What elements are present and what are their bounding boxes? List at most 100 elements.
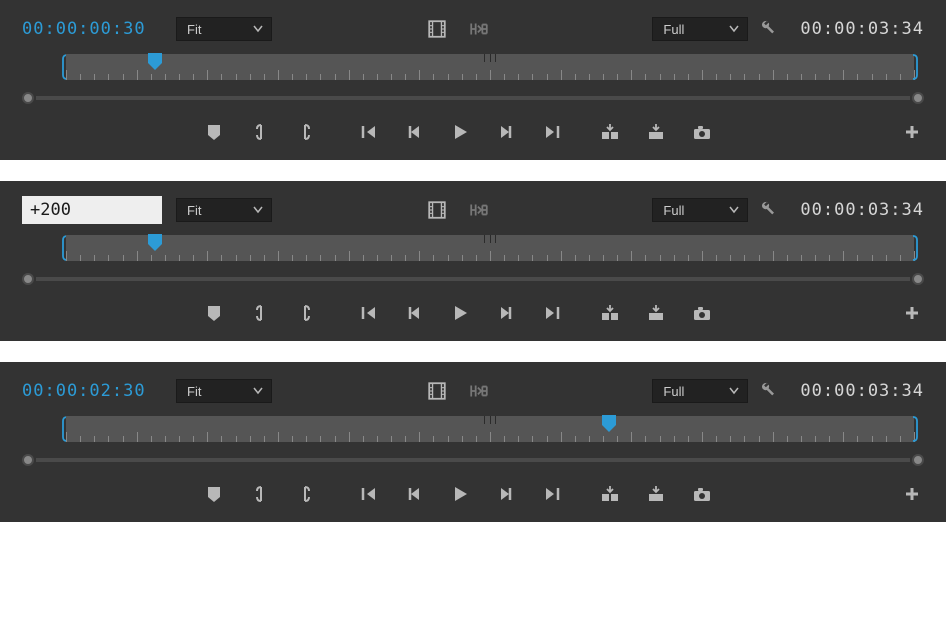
go-to-in-button[interactable] bbox=[356, 120, 380, 144]
settings-button[interactable] bbox=[752, 15, 780, 43]
button-editor-button[interactable] bbox=[900, 120, 924, 144]
work-area-end-bracket[interactable] bbox=[912, 416, 918, 442]
zoom-scroll-handle-left[interactable] bbox=[22, 454, 34, 466]
step-forward-button[interactable] bbox=[494, 120, 518, 144]
time-ruler[interactable] bbox=[22, 54, 924, 86]
export-frame-button[interactable] bbox=[690, 120, 714, 144]
zoom-scroll-handle-left[interactable] bbox=[22, 273, 34, 285]
step-back-button[interactable] bbox=[402, 482, 426, 506]
chevron-down-icon bbox=[253, 384, 263, 399]
export-frame-button[interactable] bbox=[690, 482, 714, 506]
zoom-scroll-bar[interactable] bbox=[22, 454, 924, 466]
insert-button[interactable] bbox=[598, 301, 622, 325]
transport-controls bbox=[22, 480, 924, 508]
zoom-scroll-handle-right[interactable] bbox=[912, 92, 924, 104]
playhead[interactable] bbox=[148, 234, 162, 251]
zoom-level-label: Fit bbox=[187, 203, 201, 218]
current-time-display[interactable]: 00:00:02:30 bbox=[22, 381, 172, 401]
go-to-out-button[interactable] bbox=[540, 120, 564, 144]
chevron-down-icon bbox=[729, 22, 739, 37]
duration-display: 00:00:03:34 bbox=[800, 381, 924, 401]
step-forward-button[interactable] bbox=[494, 301, 518, 325]
mark-out-button[interactable] bbox=[294, 482, 318, 506]
insert-button[interactable] bbox=[598, 482, 622, 506]
settings-button[interactable] bbox=[752, 196, 780, 224]
work-area-end-bracket[interactable] bbox=[912, 54, 918, 80]
export-frame-button[interactable] bbox=[690, 301, 714, 325]
ruler-grip-icon[interactable] bbox=[484, 54, 496, 62]
time-ruler-track[interactable] bbox=[66, 54, 914, 80]
mark-in-button[interactable] bbox=[248, 120, 272, 144]
mark-out-button[interactable] bbox=[294, 301, 318, 325]
zoom-scroll-handle-left[interactable] bbox=[22, 92, 34, 104]
go-to-in-button[interactable] bbox=[356, 482, 380, 506]
zoom-scroll-handle-right[interactable] bbox=[912, 454, 924, 466]
overwrite-button[interactable] bbox=[644, 301, 668, 325]
overwrite-button[interactable] bbox=[644, 482, 668, 506]
mark-in-button[interactable] bbox=[248, 301, 272, 325]
duration-display: 00:00:03:34 bbox=[800, 19, 924, 39]
zoom-scroll-handle-right[interactable] bbox=[912, 273, 924, 285]
add-marker-button[interactable] bbox=[202, 482, 226, 506]
play-button[interactable] bbox=[448, 120, 472, 144]
playback-resolution-dropdown[interactable]: Full bbox=[652, 379, 748, 403]
overwrite-button[interactable] bbox=[644, 120, 668, 144]
current-time-input[interactable] bbox=[22, 196, 162, 224]
resolution-label: Full bbox=[663, 384, 684, 399]
playback-resolution-dropdown[interactable]: Full bbox=[652, 198, 748, 222]
chevron-down-icon bbox=[729, 203, 739, 218]
safe-margins-icon[interactable] bbox=[465, 15, 493, 43]
ruler-grip-icon[interactable] bbox=[484, 416, 496, 424]
go-to-in-button[interactable] bbox=[356, 301, 380, 325]
mark-in-button[interactable] bbox=[248, 482, 272, 506]
safe-margins-icon[interactable] bbox=[465, 196, 493, 224]
mark-out-button[interactable] bbox=[294, 120, 318, 144]
transport-controls bbox=[22, 118, 924, 146]
time-ruler-track[interactable] bbox=[66, 235, 914, 261]
time-ruler-track[interactable] bbox=[66, 416, 914, 442]
safe-margins-icon[interactable] bbox=[465, 377, 493, 405]
chevron-down-icon bbox=[729, 384, 739, 399]
duration-display: 00:00:03:34 bbox=[800, 200, 924, 220]
filmstrip-icon[interactable] bbox=[423, 15, 451, 43]
go-to-out-button[interactable] bbox=[540, 301, 564, 325]
program-monitor-controls: 00:00:02:30 Fit Full 00:00:03:34 bbox=[0, 362, 946, 522]
zoom-scroll-bar[interactable] bbox=[22, 92, 924, 104]
zoom-level-dropdown[interactable]: Fit bbox=[176, 17, 272, 41]
play-button[interactable] bbox=[448, 482, 472, 506]
zoom-scroll-track[interactable] bbox=[36, 277, 910, 281]
transport-controls bbox=[22, 299, 924, 327]
play-button[interactable] bbox=[448, 301, 472, 325]
zoom-scroll-track[interactable] bbox=[36, 458, 910, 462]
go-to-out-button[interactable] bbox=[540, 482, 564, 506]
playhead[interactable] bbox=[602, 415, 616, 432]
button-editor-button[interactable] bbox=[900, 482, 924, 506]
time-ruler[interactable] bbox=[22, 235, 924, 267]
add-marker-button[interactable] bbox=[202, 301, 226, 325]
playback-resolution-dropdown[interactable]: Full bbox=[652, 17, 748, 41]
zoom-scroll-bar[interactable] bbox=[22, 273, 924, 285]
zoom-level-label: Fit bbox=[187, 384, 201, 399]
playhead[interactable] bbox=[148, 53, 162, 70]
current-time-display[interactable]: 00:00:00:30 bbox=[22, 19, 172, 39]
zoom-scroll-track[interactable] bbox=[36, 96, 910, 100]
zoom-level-dropdown[interactable]: Fit bbox=[176, 198, 272, 222]
zoom-level-dropdown[interactable]: Fit bbox=[176, 379, 272, 403]
button-editor-button[interactable] bbox=[900, 301, 924, 325]
program-monitor-controls: 00:00:00:30 Fit Full 00:00:03:34 bbox=[0, 0, 946, 160]
filmstrip-icon[interactable] bbox=[423, 196, 451, 224]
insert-button[interactable] bbox=[598, 120, 622, 144]
step-back-button[interactable] bbox=[402, 301, 426, 325]
ruler-grip-icon[interactable] bbox=[484, 235, 496, 243]
program-monitor-controls: Fit Full 00:00:03:34 bbox=[0, 181, 946, 341]
time-ruler[interactable] bbox=[22, 416, 924, 448]
resolution-label: Full bbox=[663, 203, 684, 218]
add-marker-button[interactable] bbox=[202, 120, 226, 144]
step-forward-button[interactable] bbox=[494, 482, 518, 506]
filmstrip-icon[interactable] bbox=[423, 377, 451, 405]
settings-button[interactable] bbox=[752, 377, 780, 405]
chevron-down-icon bbox=[253, 203, 263, 218]
zoom-level-label: Fit bbox=[187, 22, 201, 37]
step-back-button[interactable] bbox=[402, 120, 426, 144]
work-area-end-bracket[interactable] bbox=[912, 235, 918, 261]
